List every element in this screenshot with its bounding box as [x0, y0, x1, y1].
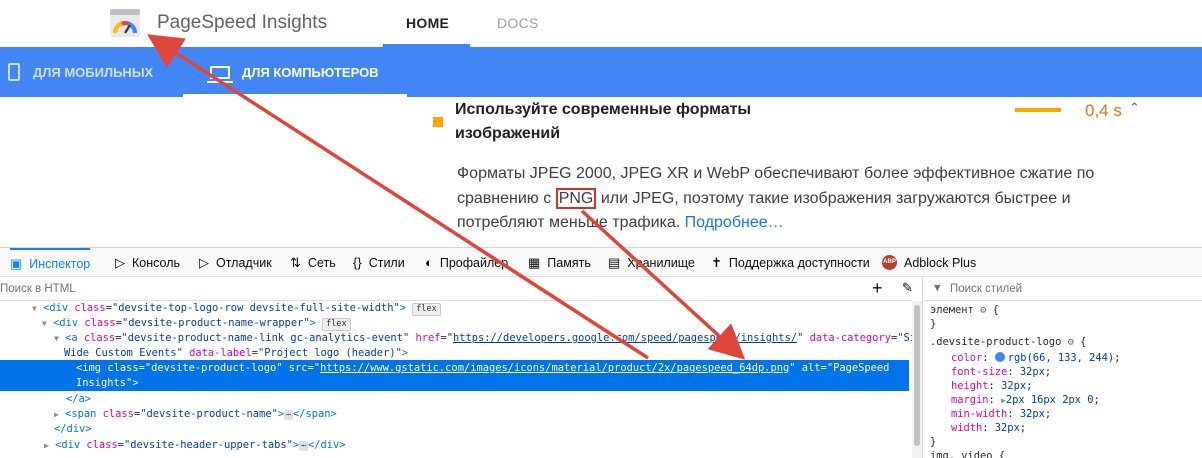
tree-node-header-upper-tabs[interactable]: ▶ <div class="devsite-header-upper-tabs"… [44, 438, 346, 453]
css-prop-min-width[interactable]: min-width: 32px; [951, 407, 1051, 421]
tree-node-product-name-link-cont[interactable]: Wide Custom Events" data-label="Project … [64, 346, 408, 361]
html-search-row: + ✎ [0, 277, 913, 301]
rules-search-row: ▼ [923, 277, 1202, 301]
expand-triangle-icon[interactable]: ▼ [32, 304, 37, 313]
audit-title[interactable]: Используйте современные форматы изображе… [455, 98, 775, 146]
audit-status-icon [433, 117, 443, 127]
tree-node-product-name-span[interactable]: ▶ <span class="devsite-product-name"> ⋯ </… [54, 407, 337, 422]
eyedropper-icon[interactable]: ✎ [902, 280, 913, 296]
expand-triangle-icon[interactable]: ▶ [54, 410, 59, 419]
collapsed-ellipsis[interactable]: ⋯ [284, 410, 293, 420]
tab-accessibility-label: Поддержка доступности [728, 255, 870, 270]
tab-desktop[interactable]: ДЛЯ КОМПЬЮТЕРОВ [183, 47, 407, 97]
markup-scroll-thumb[interactable] [914, 305, 920, 446]
tree-node-div-close[interactable]: </div> [54, 422, 92, 437]
html-search-input[interactable] [0, 280, 860, 297]
nav-tab-home[interactable]: HOME [406, 15, 449, 31]
tab-debugger[interactable]: ▷ Отладчик [199, 248, 272, 277]
tab-styles-label: Стили [368, 255, 405, 270]
markup-view[interactable]: ▼ <div class="devsite-top-logo-row devsi… [0, 301, 912, 458]
inspector-icon: ▣ [10, 255, 23, 271]
rules-search-input[interactable] [950, 280, 1190, 297]
css-prop-margin[interactable]: margin: ▶2px 16px 2px 0; [951, 393, 1100, 407]
phone-icon [8, 63, 20, 81]
css-rule-close: } [930, 436, 937, 448]
site-header: PageSpeed Insights HOME DOCS [0, 0, 1202, 47]
laptop-icon [207, 65, 233, 83]
braces-icon: {} [353, 255, 362, 270]
tab-inspector-label: Инспектор [29, 256, 91, 271]
css-prop-width[interactable]: width: 32px; [951, 421, 1026, 435]
audit-savings-bar [1015, 108, 1061, 112]
accessibility-icon: ✝ [711, 254, 722, 270]
product-name[interactable]: PageSpeed Insights [157, 12, 327, 34]
tree-node-product-logo-img-cont[interactable]: Insights"> [76, 376, 139, 391]
expand-triangle-icon[interactable]: ▼ [42, 319, 47, 328]
tab-console-label: Консоль [132, 255, 181, 270]
tab-network-label: Сеть [307, 255, 336, 270]
css-prop-color[interactable]: color: rgb(66, 133, 244); [951, 351, 1120, 365]
tab-desktop-label: ДЛЯ КОМПЬЮТЕРОВ [242, 64, 379, 80]
flex-badge[interactable]: flex [412, 303, 441, 316]
tree-node-product-name-link[interactable]: ▼ <a class="devsite-product-name-link gc… [54, 331, 912, 346]
nav-tab-docs[interactable]: DOCS [497, 15, 539, 31]
filter-icon: ▼ [934, 281, 941, 294]
rules-panel: ▼ элемент ⚙ { } .devsite-product-logo ⚙ … [922, 277, 1202, 458]
pagespeed-logo-icon[interactable] [110, 9, 140, 37]
tab-adblock-label: Adblock Plus [904, 255, 977, 270]
tab-inspector[interactable]: ▣ Инспектор [10, 248, 91, 277]
device-tab-indicator [183, 94, 407, 97]
tab-network[interactable]: ⇅ Сеть [290, 248, 336, 277]
storage-icon: ▤ [608, 254, 621, 270]
flex-badge[interactable]: flex [322, 318, 351, 331]
memory-icon: ▦ [528, 254, 541, 270]
tab-storage-label: Хранилище [627, 255, 695, 270]
tab-storage[interactable]: ▤ Хранилище [608, 248, 695, 277]
console-icon: ▷ [115, 254, 125, 270]
tab-adblock[interactable]: ABP Adblock Plus [882, 248, 976, 277]
gear-icon[interactable]: ⚙ [980, 304, 986, 316]
tab-memory[interactable]: ▦ Память [528, 248, 591, 277]
css-prop-height[interactable]: height: 32px; [951, 379, 1032, 393]
tree-node-top-logo-row[interactable]: ▼ <div class="devsite-top-logo-row devsi… [32, 301, 441, 316]
network-icon: ⇅ [290, 254, 301, 270]
tab-profiler[interactable]: ◐ Профайлер [425, 248, 508, 277]
tab-console[interactable]: ▷ Консоль [115, 248, 180, 277]
tab-profiler-label: Профайлер [439, 255, 509, 270]
audit-description: Форматы JPEG 2000, JPEG XR и WebP обеспе… [457, 162, 1117, 236]
tab-mobile-label: ДЛЯ МОБИЛЬНЫХ [33, 64, 154, 80]
tab-mobile[interactable]: ДЛЯ МОБИЛЬНЫХ [0, 47, 153, 97]
audit-savings-time: 0,4 s [1085, 101, 1122, 120]
learn-more-link[interactable]: Подробнее… [685, 214, 784, 231]
png-highlight: PNG [555, 187, 597, 209]
chevron-up-icon[interactable]: ⌃ [1129, 100, 1140, 116]
debugger-icon: ▷ [199, 254, 209, 270]
add-node-button[interactable]: + [872, 277, 883, 299]
collapsed-ellipsis[interactable]: ⋯ [299, 441, 308, 451]
tree-node-product-name-wrapper[interactable]: ▼ <div class="devsite-product-name-wrapp… [42, 316, 351, 331]
tab-accessibility[interactable]: ✝ Поддержка доступности [711, 248, 870, 277]
color-swatch-icon[interactable] [994, 352, 1005, 362]
adblock-icon: ABP [882, 255, 897, 270]
expand-triangle-icon[interactable]: ▶ [44, 441, 49, 450]
tab-memory-label: Память [547, 255, 591, 270]
css-prop-font-size[interactable]: font-size: 32px; [951, 365, 1051, 379]
gear-icon[interactable]: ⚙ [1068, 336, 1074, 348]
tree-node-a-close[interactable]: </a> [66, 392, 91, 407]
devtools-toolbar: ▣ Инспектор ▷ Консоль ▷ Отладчик ⇅ Сеть {} Ст… [0, 247, 1202, 277]
gauge-icon: ◐ [425, 255, 433, 270]
css-rule-img-video[interactable]: img, video { [930, 449, 1005, 458]
expand-triangle-icon[interactable]: ▼ [54, 334, 59, 343]
tree-node-product-logo-img[interactable]: <img class="devsite-product-logo" src="h… [76, 361, 889, 376]
tab-debugger-label: Отладчик [216, 255, 272, 270]
device-tab-bar: ДЛЯ МОБИЛЬНЫХ ДЛЯ КОМПЬЮТЕРОВ [0, 47, 1202, 97]
tab-styles[interactable]: {} Стили [353, 248, 405, 277]
element-rule-close: } [930, 318, 937, 330]
css-rule-selector[interactable]: .devsite-product-logo ⚙ { [930, 335, 1086, 349]
element-rule[interactable]: элемент ⚙ { [930, 303, 999, 317]
